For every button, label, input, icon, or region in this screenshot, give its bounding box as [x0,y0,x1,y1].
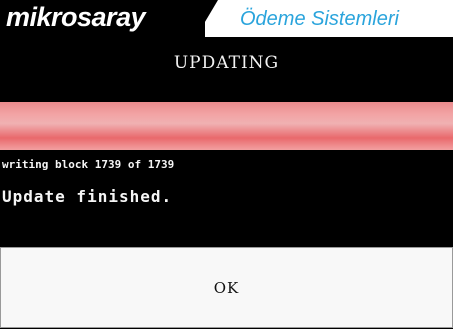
system-title: Ödeme Sistemleri [240,8,399,30]
progress-fill [0,102,453,150]
progress-bar [0,102,453,150]
ok-button-label: OK [213,278,240,297]
ok-button[interactable]: OK [0,247,453,328]
status-title: UPDATING [173,53,280,73]
brand-slant [196,0,218,37]
log-update-status: Update finished. [2,187,173,206]
brand-logo: mikrosaray [6,2,146,32]
header-bar: mikrosaray Ödeme Sistemleri [0,0,453,37]
log-block-progress: writing block 1739 of 1739 [2,158,175,171]
device-screen: mikrosaray Ödeme Sistemleri UPDATING wri… [0,0,453,329]
